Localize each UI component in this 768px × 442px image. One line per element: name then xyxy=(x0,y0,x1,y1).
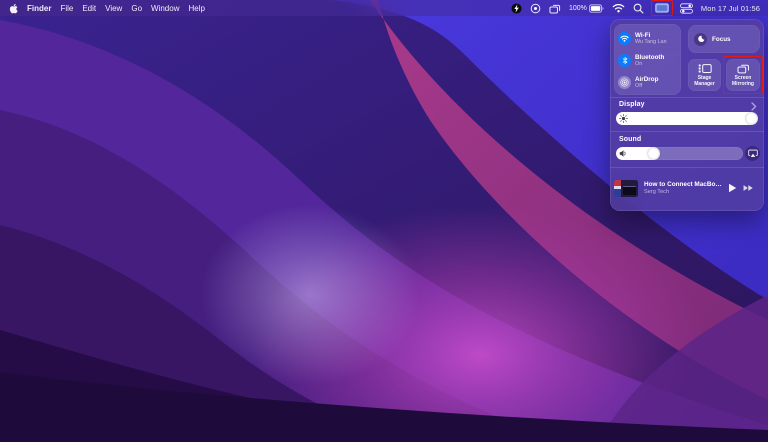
battery-status[interactable]: 100% xyxy=(569,4,604,13)
airdrop-status: Off xyxy=(635,83,658,89)
stage-manager-label: Stage Manager xyxy=(692,76,718,87)
menu-view[interactable]: View xyxy=(105,4,122,13)
menu-bar: Finder File Edit View Go Window Help xyxy=(0,0,768,16)
wifi-toggle[interactable] xyxy=(618,32,631,45)
airdrop-row[interactable]: AirDrop Off xyxy=(618,72,681,93)
menu-bar-left: Finder File Edit View Go Window Help xyxy=(0,3,205,14)
bolt-circle-icon[interactable] xyxy=(511,3,522,14)
focus-label: Focus xyxy=(712,36,731,43)
menu-window[interactable]: Window xyxy=(151,4,179,13)
bluetooth-row[interactable]: Bluetooth On xyxy=(618,50,681,71)
wifi-icon xyxy=(620,35,629,42)
menu-finder[interactable]: Finder xyxy=(27,4,51,13)
screen-mirroring-icon xyxy=(737,63,750,74)
record-dot-icon[interactable] xyxy=(530,3,541,14)
airdrop-icon xyxy=(620,78,629,87)
divider-media xyxy=(610,167,764,168)
now-playing-row[interactable]: How to Connect MacBo… Serg Tech xyxy=(614,171,760,205)
battery-icon xyxy=(589,4,604,13)
screen-mirroring-menubar-icon[interactable] xyxy=(652,1,672,15)
stage-manager-tile[interactable]: Stage Manager xyxy=(688,59,721,91)
menu-file[interactable]: File xyxy=(60,4,73,13)
sound-section-label: Sound xyxy=(619,136,641,143)
airplay-audio-button[interactable] xyxy=(745,146,760,161)
control-center-icon[interactable] xyxy=(680,3,693,14)
bluetooth-icon xyxy=(621,56,629,65)
media-thumbnail-laptop xyxy=(623,186,636,195)
display-brightness-slider[interactable] xyxy=(616,112,758,125)
focus-card[interactable]: Focus xyxy=(688,25,760,53)
macos-desktop: Finder File Edit View Go Window Help xyxy=(0,0,768,442)
wifi-row[interactable]: Wi-Fi Wu Tang Lan xyxy=(618,28,681,49)
airdrop-toggle[interactable] xyxy=(618,76,631,89)
bluetooth-status: On xyxy=(635,61,664,67)
display-slider-fill xyxy=(616,112,758,125)
wifi-menubar-icon[interactable] xyxy=(612,3,625,13)
connectivity-card: Wi-Fi Wu Tang Lan Bluetooth On xyxy=(614,24,681,95)
sound-slider-knob[interactable] xyxy=(648,148,659,159)
spotlight-icon[interactable] xyxy=(633,3,644,14)
brightness-sun-icon xyxy=(619,114,628,123)
divider-sound xyxy=(610,131,764,132)
menu-help[interactable]: Help xyxy=(188,4,204,13)
control-center-panel: Wi-Fi Wu Tang Lan Bluetooth On xyxy=(610,19,764,211)
apple-logo xyxy=(9,3,18,14)
apple-menu[interactable] xyxy=(9,3,18,14)
play-icon[interactable] xyxy=(728,183,737,193)
menu-edit[interactable]: Edit xyxy=(82,4,96,13)
media-artist: Serg Tech xyxy=(644,189,722,196)
focus-moon-icon xyxy=(697,35,705,43)
screen-mirroring-label: Screen Mirroring xyxy=(728,76,758,87)
bluetooth-label: Bluetooth xyxy=(635,54,664,61)
overlapping-windows-icon[interactable] xyxy=(549,3,561,14)
fast-forward-icon[interactable] xyxy=(743,184,754,192)
display-section-label: Display xyxy=(619,101,645,108)
stage-manager-icon xyxy=(698,63,712,74)
chevron-right-icon[interactable] xyxy=(751,102,757,111)
airdrop-label: AirDrop xyxy=(635,76,658,83)
menu-bar-status: 100% xyxy=(511,1,768,15)
bluetooth-toggle[interactable] xyxy=(618,54,631,67)
wifi-label: Wi-Fi xyxy=(635,32,667,39)
media-title: How to Connect MacBo… xyxy=(644,181,722,189)
display-slider-knob[interactable] xyxy=(746,113,757,124)
focus-toggle[interactable] xyxy=(694,33,707,46)
media-thumbnail xyxy=(614,180,638,197)
battery-percent: 100% xyxy=(569,5,587,12)
volume-speaker-icon xyxy=(619,149,628,158)
screen-mirroring-tile[interactable]: Screen Mirroring xyxy=(726,59,760,91)
menu-bar-clock[interactable]: Mon 17 Jul 01:56 xyxy=(701,4,760,13)
wifi-status: Wu Tang Lan xyxy=(635,39,667,45)
menu-go[interactable]: Go xyxy=(131,4,142,13)
divider-display xyxy=(610,97,764,98)
sound-volume-slider[interactable] xyxy=(616,147,743,160)
airplay-audio-icon xyxy=(748,149,758,158)
